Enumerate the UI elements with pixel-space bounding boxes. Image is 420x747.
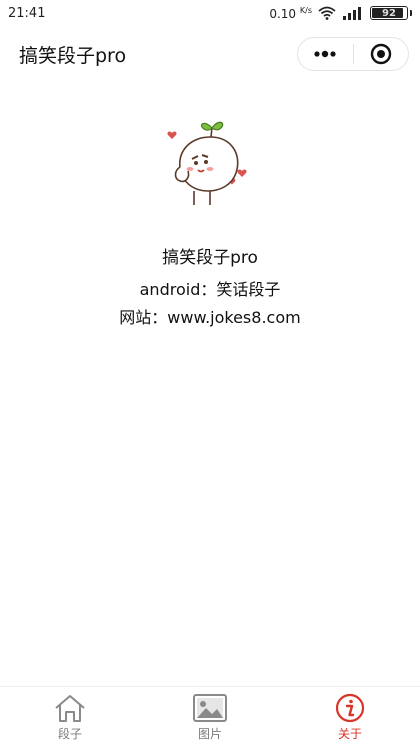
network-speed-unit: K/s xyxy=(299,5,312,15)
tab-pictures-label: 图片 xyxy=(197,727,222,741)
picture-icon xyxy=(193,694,227,722)
tab-jokes[interactable]: 段子 xyxy=(0,687,140,747)
more-button[interactable] xyxy=(298,38,353,70)
close-button[interactable] xyxy=(354,38,409,70)
mini-program-capsule xyxy=(297,37,409,71)
tab-bar: 段子 图片 关于 xyxy=(0,686,420,747)
tab-about[interactable]: 关于 xyxy=(280,687,420,747)
signal-icon xyxy=(343,6,361,20)
info-icon xyxy=(335,693,365,723)
tab-jokes-label: 段子 xyxy=(57,727,82,741)
page-title: 搞笑段子pro xyxy=(19,44,127,67)
about-app-name: 搞笑段子pro xyxy=(162,248,258,268)
battery-indicator: 92 xyxy=(370,6,408,20)
network-speed-value: 0.10 xyxy=(269,6,297,21)
wifi-icon xyxy=(318,6,336,20)
sprout-mascot-icon xyxy=(167,121,247,205)
about-android-line: android：笑话段子 xyxy=(139,280,281,299)
home-icon xyxy=(55,695,85,722)
network-speed: 0.10 K/s xyxy=(269,6,312,21)
tab-pictures[interactable]: 图片 xyxy=(140,687,280,747)
nav-bar: 搞笑段子pro xyxy=(0,26,420,82)
tab-about-label: 关于 xyxy=(337,727,362,741)
battery-level: 92 xyxy=(382,7,396,19)
status-time: 21:41 xyxy=(8,5,46,21)
about-content: 搞笑段子pro android：笑话段子 网站：www.jokes8.com xyxy=(0,115,420,328)
target-circle-icon xyxy=(370,43,391,65)
battery-tip xyxy=(410,10,412,16)
status-indicators: 0.10 K/s 92 xyxy=(269,6,412,21)
about-website-line[interactable]: 网站：www.jokes8.com xyxy=(119,304,300,328)
more-dots-icon xyxy=(314,50,336,58)
status-bar: 21:41 0.10 K/s 92 xyxy=(0,0,420,26)
